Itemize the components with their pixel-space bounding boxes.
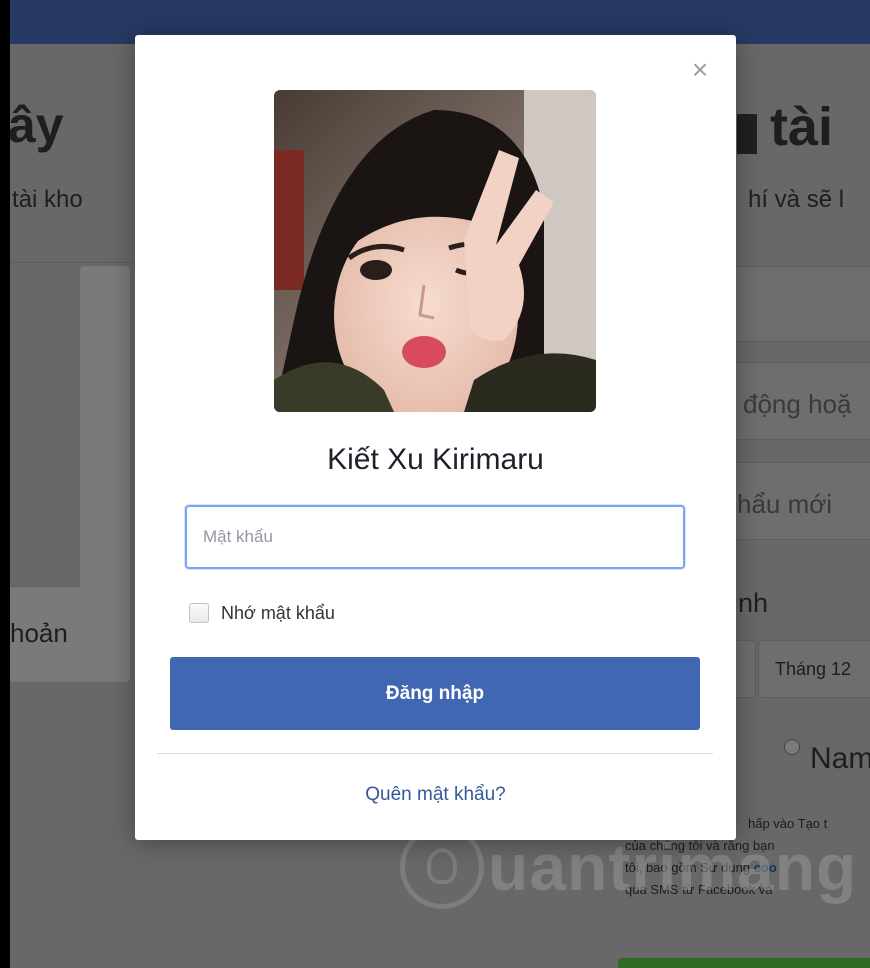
password-input[interactable] — [185, 505, 685, 569]
left-account-card-label: hoản — [10, 618, 68, 648]
close-icon[interactable]: × — [687, 56, 713, 84]
first-name-input[interactable] — [730, 266, 870, 342]
month-select[interactable]: Tháng 12 — [758, 640, 870, 698]
login-dialog: × Kiết Xu Kirimaru Nhớ mật khẩu Đăng nhậ… — [135, 35, 736, 840]
checkbox-icon[interactable] — [189, 603, 209, 623]
left-divider — [10, 262, 140, 263]
month-select-value: Tháng 12 — [775, 659, 852, 679]
signup-button[interactable] — [618, 958, 870, 968]
divider — [157, 753, 713, 754]
mobile-or-email-input[interactable]: động hoặ — [730, 362, 870, 440]
remember-password-checkbox[interactable]: Nhớ mật khẩu — [189, 600, 335, 626]
login-button[interactable]: Đăng nhập — [170, 657, 700, 730]
birthday-label: nh — [738, 588, 769, 618]
left-subtext: tài kho — [12, 186, 83, 213]
gender-male-label: Nam — [810, 742, 870, 775]
avatar-photo — [274, 90, 596, 412]
user-name: Kiết Xu Kirimaru — [327, 443, 544, 476]
mobile-input-placeholder: động hoặ — [743, 389, 852, 419]
forgot-password-link[interactable]: Quên mật khẩu? — [135, 784, 736, 806]
new-password-placeholder: hẩu mới — [737, 489, 833, 519]
left-heading: ây — [10, 97, 64, 153]
profile-avatar — [274, 90, 596, 412]
right-heading-fragment — [737, 114, 757, 154]
remember-password-label: Nhớ mật khẩu — [221, 602, 335, 623]
new-password-input[interactable]: hẩu mới — [730, 462, 870, 540]
page: ây tài kho hoản tài hí và sẽ l động hoặ … — [0, 0, 870, 968]
right-subtext: hí và sẽ l — [748, 186, 845, 213]
right-heading: tài — [770, 97, 834, 157]
gender-male-radio[interactable] — [784, 739, 800, 755]
